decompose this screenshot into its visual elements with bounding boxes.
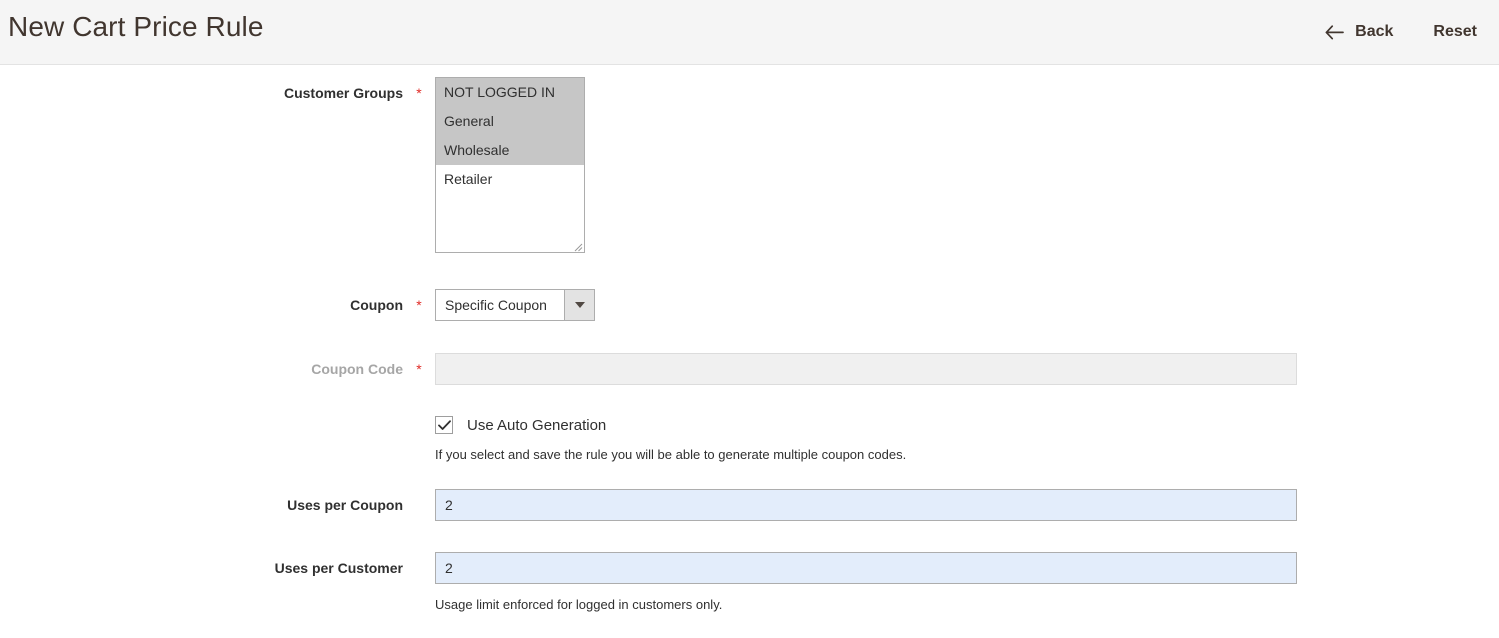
arrow-left-icon bbox=[1325, 24, 1345, 40]
required-marker: * bbox=[416, 361, 422, 377]
list-item[interactable]: Wholesale bbox=[436, 136, 584, 165]
field-uses-per-customer: Uses per Customer Usage limit enforced f… bbox=[0, 552, 1499, 612]
customer-groups-control: NOT LOGGED IN General Wholesale Retailer bbox=[435, 77, 585, 253]
field-customer-groups: Customer Groups * NOT LOGGED IN General W… bbox=[0, 77, 1499, 253]
auto-generation-control: Use Auto Generation If you select and sa… bbox=[435, 416, 906, 462]
caret-shape bbox=[574, 302, 585, 308]
required-marker: * bbox=[416, 297, 422, 313]
reset-button[interactable]: Reset bbox=[1433, 23, 1477, 41]
back-button-label: Back bbox=[1355, 23, 1394, 40]
field-uses-per-coupon: Uses per Coupon bbox=[0, 489, 1499, 522]
back-button[interactable]: Back bbox=[1325, 23, 1393, 41]
uses-per-customer-input[interactable] bbox=[435, 552, 1297, 584]
uses-per-customer-label: Uses per Customer bbox=[0, 552, 435, 585]
coupon-label: Coupon * bbox=[0, 289, 435, 322]
uses-per-coupon-label: Uses per Coupon bbox=[0, 489, 435, 522]
customer-groups-multiselect[interactable]: NOT LOGGED IN General Wholesale Retailer bbox=[435, 77, 585, 253]
list-item[interactable]: General bbox=[436, 107, 584, 136]
field-coupon-code: Coupon Code * bbox=[0, 353, 1499, 386]
uses-per-customer-label-text: Uses per Customer bbox=[274, 560, 403, 576]
chevron-down-icon[interactable] bbox=[564, 290, 594, 320]
coupon-control: Specific Coupon bbox=[435, 289, 595, 321]
list-item[interactable]: NOT LOGGED IN bbox=[436, 78, 584, 107]
use-auto-generation-checkbox[interactable] bbox=[435, 416, 453, 434]
auto-generation-row: Use Auto Generation bbox=[435, 416, 906, 434]
customer-groups-label-text: Customer Groups bbox=[283, 85, 403, 101]
checkmark-icon bbox=[437, 419, 451, 430]
page-header: New Cart Price Rule Back Reset bbox=[0, 0, 1499, 65]
coupon-code-control bbox=[435, 353, 1297, 385]
cart-price-rule-form: Customer Groups * NOT LOGGED IN General W… bbox=[0, 65, 1499, 612]
uses-per-coupon-input[interactable] bbox=[435, 489, 1297, 521]
field-coupon: Coupon * Specific Coupon bbox=[0, 289, 1499, 322]
customer-groups-label: Customer Groups * bbox=[0, 77, 435, 110]
page-title: New Cart Price Rule bbox=[8, 11, 264, 42]
uses-per-coupon-control bbox=[435, 489, 1297, 521]
coupon-code-label-text: Coupon Code bbox=[311, 361, 403, 377]
auto-generation-note: If you select and save the rule you will… bbox=[435, 447, 907, 462]
uses-per-customer-note: Usage limit enforced for logged in custo… bbox=[435, 597, 723, 612]
required-marker: * bbox=[416, 85, 422, 101]
coupon-label-text: Coupon bbox=[350, 297, 403, 313]
coupon-code-label: Coupon Code * bbox=[0, 353, 435, 386]
list-item[interactable]: Retailer bbox=[436, 165, 584, 194]
reset-button-label: Reset bbox=[1433, 23, 1477, 40]
field-auto-generation: Use Auto Generation If you select and sa… bbox=[0, 416, 1499, 462]
header-actions: Back Reset bbox=[1325, 0, 1477, 64]
resize-handle-icon[interactable] bbox=[571, 239, 583, 252]
use-auto-generation-label[interactable]: Use Auto Generation bbox=[467, 417, 606, 434]
coupon-code-input[interactable] bbox=[435, 353, 1297, 385]
uses-per-coupon-label-text: Uses per Coupon bbox=[287, 497, 403, 513]
coupon-type-selected-value: Specific Coupon bbox=[445, 297, 547, 313]
coupon-type-select[interactable]: Specific Coupon bbox=[435, 289, 595, 321]
uses-per-customer-control: Usage limit enforced for logged in custo… bbox=[435, 552, 1297, 612]
